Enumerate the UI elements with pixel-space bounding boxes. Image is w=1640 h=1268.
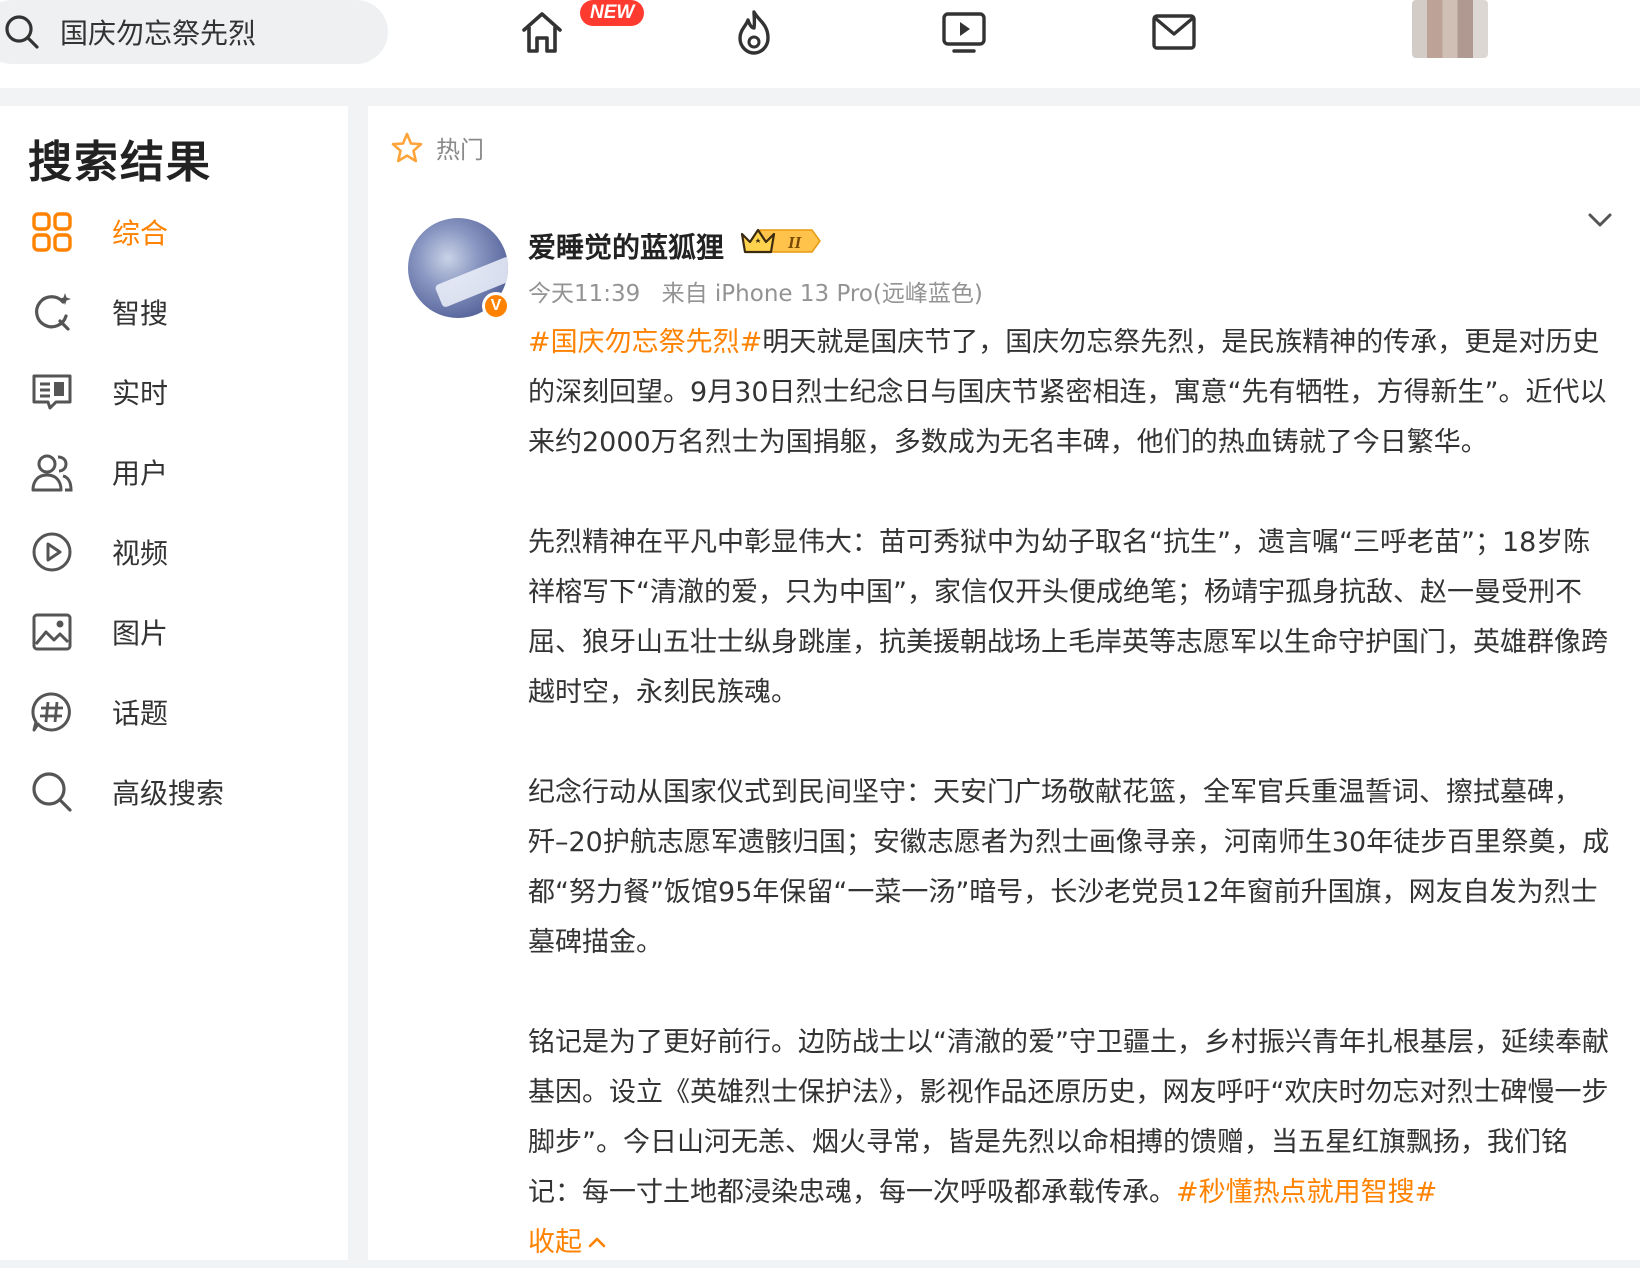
sidebar-item-label: 视频 [112, 537, 169, 570]
home-icon[interactable] [516, 6, 568, 58]
play-icon [32, 532, 72, 572]
sidebar-item-label: 高级搜索 [112, 777, 225, 810]
chevron-down-icon[interactable] [1582, 202, 1618, 238]
sidebar-title: 搜索结果 [28, 137, 212, 188]
image-icon [32, 613, 72, 651]
users-icon [31, 454, 73, 492]
collapse-label: 收起 [528, 1227, 582, 1258]
sidebar-item-realtime[interactable]: 实时 [0, 362, 348, 422]
sidebar-item-advanced-search[interactable]: 高级搜索 [0, 762, 348, 822]
smart-search-icon [35, 293, 71, 331]
realtime-icon [32, 374, 72, 410]
post-time[interactable]: 今天11:39 [528, 281, 640, 307]
topic-icon [31, 692, 71, 732]
badge-numeral: II [787, 233, 803, 252]
post-body: #国庆勿忘祭先烈#明天就是国庆节了，国庆勿忘祭先烈，是民族精神的传承，更是对历史… [528, 318, 1610, 1268]
hashtag-link[interactable]: #国庆勿忘祭先烈# [528, 327, 762, 358]
user-avatar[interactable] [1412, 0, 1488, 58]
new-badge: NEW [580, 0, 645, 26]
sidebar-item-label: 实时 [112, 377, 169, 410]
sidebar-item-images[interactable]: 图片 [0, 602, 348, 662]
grid-icon [32, 212, 72, 252]
hashtag-link[interactable]: #秒懂热点就用智搜# [1176, 1177, 1437, 1208]
sidebar-item-label: 综合 [112, 217, 169, 250]
search-icon [32, 772, 72, 812]
hot-label: 热门 [436, 136, 484, 164]
mail-icon[interactable] [1148, 6, 1200, 58]
star-icon [391, 132, 423, 162]
hot-section-header: 热门 [390, 130, 484, 165]
sidebar-item-video[interactable]: 视频 [0, 522, 348, 582]
post-paragraph: 先烈精神在平凡中彰显伟大：苗可秀狱中为幼子取名“抗生”，遗言嘱“三呼老苗”；18… [528, 527, 1608, 708]
sidebar: 搜索结果 综合 智搜 实时 用户 视频 图片 话题 高级搜索 [0, 106, 348, 1260]
search-box[interactable] [0, 0, 388, 64]
hot-icon[interactable] [728, 6, 780, 58]
crown-badge-icon: II [740, 228, 821, 254]
post-paragraph: 纪念行动从国家仪式到民间坚守：天安门广场敬献花篮，全军官兵重温誓词、擦拭墓碑，歼… [528, 777, 1610, 958]
post-paragraph: #国庆勿忘祭先烈#明天就是国庆节了，国庆勿忘祭先烈，是民族精神的传承，更是对历史… [528, 318, 1610, 468]
chevron-up-icon [588, 1237, 606, 1248]
sidebar-item-label: 用户 [112, 457, 169, 490]
post-meta: 今天11:39 来自 iPhone 13 Pro(远峰蓝色) [528, 274, 983, 308]
video-icon[interactable] [938, 6, 990, 58]
sidebar-item-label: 话题 [112, 697, 169, 730]
collapse-button[interactable]: 收起 [528, 1218, 608, 1268]
sidebar-item-smart-search[interactable]: 智搜 [0, 282, 348, 342]
paragraph-text: 铭记是为了更好前行。边防战士以“清澈的爱”守卫疆土，乡村振兴青年扎根基层，延续奉… [528, 1027, 1609, 1208]
sidebar-item-topics[interactable]: 话题 [0, 682, 348, 742]
post-card: 热门 V 爱睡觉的蓝狐狸 II 今天11:39 来自 iPhone 13 Pro… [368, 106, 1640, 1260]
author-name[interactable]: 爱睡觉的蓝狐狸 [528, 226, 724, 266]
sidebar-item-users[interactable]: 用户 [0, 442, 348, 502]
search-input[interactable] [58, 14, 358, 50]
sidebar-item-label: 图片 [112, 617, 169, 650]
search-icon [5, 15, 39, 49]
verified-badge: V [482, 292, 510, 320]
top-bar: NEW [0, 0, 1640, 88]
post-paragraph: 铭记是为了更好前行。边防战士以“清澈的爱”守卫疆土，乡村振兴青年扎根基层，延续奉… [528, 1018, 1610, 1218]
post-source: 来自 iPhone 13 Pro(远峰蓝色) [661, 281, 983, 307]
sidebar-item-comprehensive[interactable]: 综合 [0, 202, 348, 262]
sidebar-item-label: 智搜 [112, 297, 169, 330]
